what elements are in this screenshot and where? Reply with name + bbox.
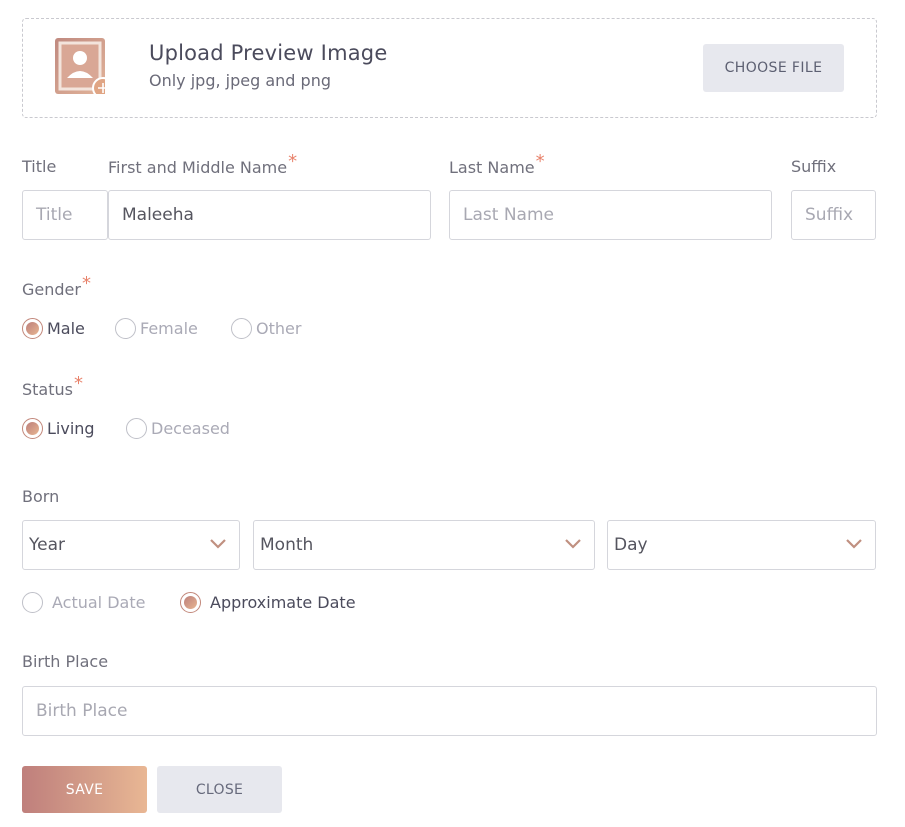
upload-subtitle: Only jpg, jpeg and png [149,71,331,90]
profile-photo-add-icon[interactable] [55,38,105,94]
date-option-approximate[interactable]: Approximate Date [180,592,356,613]
required-mark: * [535,151,545,172]
gender-option-other[interactable]: Other [231,318,301,339]
year-select[interactable]: Year [22,520,240,570]
month-select[interactable]: Month [253,520,595,570]
radio-approximate-date[interactable] [180,592,201,613]
last-name-label: Last Name* [449,151,545,177]
suffix-input[interactable]: Suffix [791,190,876,240]
suffix-label: Suffix [791,157,837,176]
birth-place-input[interactable]: Birth Place [22,686,877,736]
upload-preview-panel: Upload Preview Image Only jpg, jpeg and … [22,18,877,118]
required-mark: * [81,273,91,294]
status-option-deceased[interactable]: Deceased [126,418,230,439]
chevron-down-icon [846,539,862,549]
first-name-label: First and Middle Name* [108,151,298,177]
male-label: Male [47,319,85,338]
radio-living[interactable] [22,418,43,439]
date-option-actual[interactable]: Actual Date [22,592,145,613]
close-button[interactable]: CLOSE [157,766,282,813]
month-select-value: Month [260,535,314,555]
required-mark: * [73,373,83,394]
born-label: Born [22,487,60,506]
year-select-value: Year [29,535,65,555]
other-label: Other [256,319,302,338]
birth-place-label: Birth Place [22,652,109,671]
approximate-date-label: Approximate Date [210,593,356,612]
choose-file-button[interactable]: CHOOSE FILE [703,44,844,92]
last-name-input[interactable]: Last Name [449,190,772,240]
deceased-label: Deceased [151,419,230,438]
living-label: Living [47,419,95,438]
female-label: Female [140,319,198,338]
save-button[interactable]: SAVE [22,766,147,813]
upload-title: Upload Preview Image [149,41,388,65]
status-option-living[interactable]: Living [22,418,95,439]
radio-actual-date[interactable] [22,592,43,613]
first-name-input[interactable]: Maleeha [108,190,431,240]
radio-female[interactable] [115,318,136,339]
day-select-value: Day [614,535,648,555]
chevron-down-icon [565,539,581,549]
radio-deceased[interactable] [126,418,147,439]
gender-option-male[interactable]: Male [22,318,85,339]
required-mark: * [288,151,298,172]
gender-option-female[interactable]: Female [115,318,198,339]
status-label: Status* [22,373,83,399]
gender-label: Gender* [22,273,91,299]
day-select[interactable]: Day [607,520,876,570]
radio-other[interactable] [231,318,252,339]
actual-date-label: Actual Date [52,593,146,612]
title-input[interactable]: Title [22,190,108,240]
chevron-down-icon [210,539,226,549]
radio-male[interactable] [22,318,43,339]
title-label: Title [22,157,57,176]
